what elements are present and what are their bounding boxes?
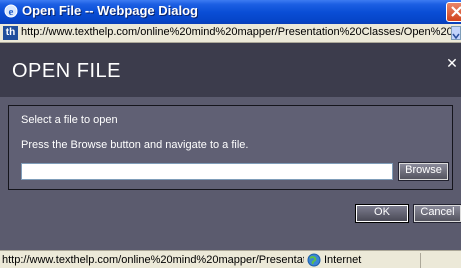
file-path-input[interactable] xyxy=(21,163,393,180)
cancel-button[interactable]: Cancel xyxy=(414,205,461,222)
page-title: OPEN FILE xyxy=(12,60,121,82)
globe-icon xyxy=(307,253,321,267)
security-zone-label: Internet xyxy=(324,254,362,266)
dialog-window: e Open File -- Webpage Dialog th http://… xyxy=(0,0,461,268)
address-scroll-arrow-icon[interactable] xyxy=(451,26,461,40)
ie-icon: e xyxy=(4,4,18,18)
status-bar: http://www.texthelp.com/online%20mind%20… xyxy=(0,250,461,268)
status-url: http://www.texthelp.com/online%20mind%20… xyxy=(2,254,304,266)
close-icon xyxy=(451,6,461,17)
ok-button[interactable]: OK xyxy=(356,205,408,222)
svg-text:e: e xyxy=(9,6,14,18)
instruction-label: Select a file to open xyxy=(21,114,118,126)
browse-prompt-label: Press the Browse button and navigate to … xyxy=(21,139,249,151)
title-bar[interactable]: e Open File -- Webpage Dialog xyxy=(0,0,461,24)
window-title: Open File -- Webpage Dialog xyxy=(22,3,198,18)
window-close-button[interactable] xyxy=(446,2,461,22)
dialog-close-icon[interactable]: ✕ xyxy=(444,57,460,71)
status-divider xyxy=(420,253,421,268)
address-url: http://www.texthelp.com/online%20mind%20… xyxy=(21,26,451,38)
site-favicon-icon: th xyxy=(3,26,18,40)
address-bar: th http://www.texthelp.com/online%20mind… xyxy=(0,24,461,43)
dialog-header: OPEN FILE ✕ xyxy=(0,43,461,97)
file-select-panel: Select a file to open Press the Browse b… xyxy=(8,105,453,190)
browse-button[interactable]: Browse xyxy=(399,163,448,180)
